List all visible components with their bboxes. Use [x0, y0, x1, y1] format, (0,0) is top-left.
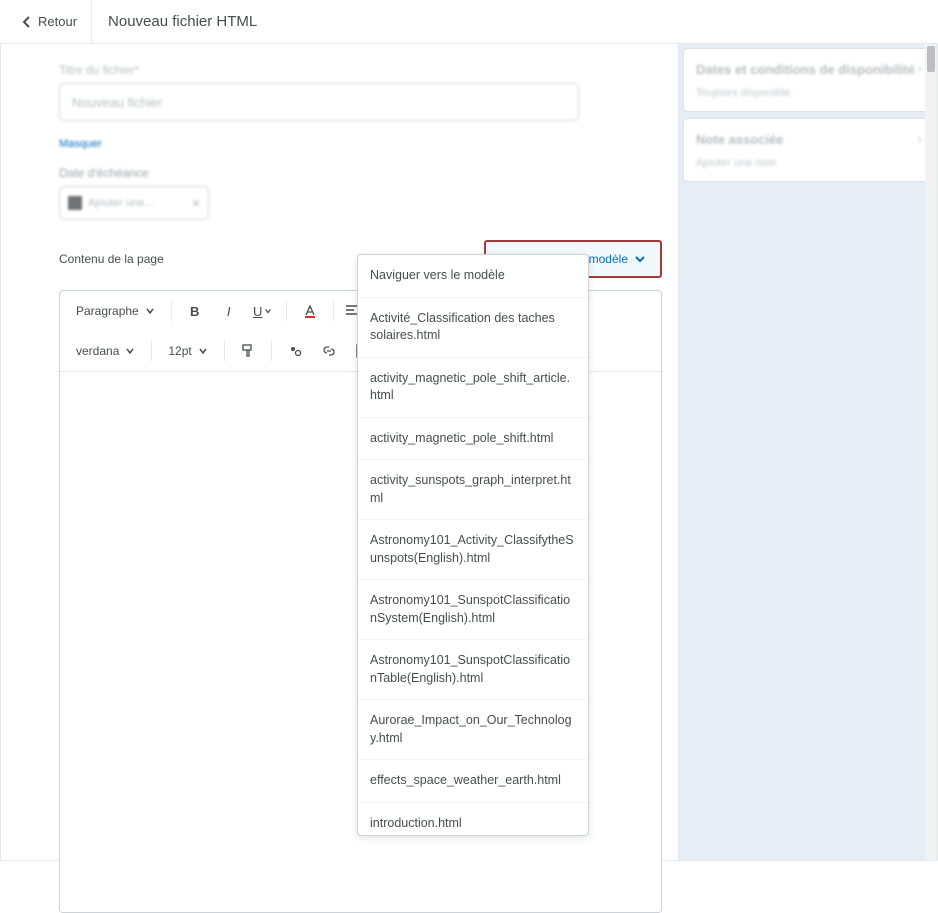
template-dropdown: Naviguer vers le modèleActivité_Classifi… [357, 254, 589, 836]
scrollbar-thumb[interactable] [927, 46, 935, 72]
template-option[interactable]: Astronomy101_SunspotClassificationTable(… [358, 640, 588, 700]
chevron-right-icon: › [918, 131, 922, 146]
font-family-label: verdana [76, 344, 119, 358]
link-icon [321, 343, 337, 359]
underline-button[interactable]: U [248, 297, 278, 325]
template-option[interactable]: activity_sunspots_graph_interpret.html [358, 460, 588, 520]
form-area: Titre du fichier* Masquer Date d'échéanc… [1, 44, 678, 228]
due-date-placeholder: Ajouter une… [88, 197, 192, 209]
side-card-availability[interactable]: Dates et conditions de disponibilité Tou… [683, 48, 933, 112]
insert-stuff-icon [287, 343, 303, 359]
template-dropdown-scroll[interactable]: Naviguer vers le modèleActivité_Classifi… [358, 255, 588, 835]
block-format-label: Paragraphe [76, 304, 139, 318]
template-option[interactable]: Astronomy101_SunspotClassificationSystem… [358, 580, 588, 640]
chevron-down-icon [264, 307, 272, 315]
back-label: Retour [38, 14, 77, 29]
back-button[interactable]: Retour [8, 0, 92, 43]
chevron-down-icon [145, 306, 155, 316]
divider [151, 341, 152, 361]
chevron-down-icon [125, 346, 135, 356]
title-field-label: Titre du fichier* [59, 63, 139, 77]
side-card-grade[interactable]: Note associée Ajouter une note › [683, 118, 933, 182]
content-section-label: Contenu de la page [59, 252, 164, 266]
insert-stuff-button[interactable] [280, 337, 310, 365]
template-option[interactable]: Naviguer vers le modèle [358, 255, 588, 298]
outer-scrollbar[interactable] [925, 44, 937, 860]
format-painter-button[interactable] [233, 337, 263, 365]
card-title: Dates et conditions de disponibilité [696, 61, 920, 79]
chevron-right-icon: › [918, 61, 922, 76]
title-input[interactable] [59, 83, 579, 121]
font-color-button[interactable] [295, 297, 325, 325]
due-date-label: Date d'échéance [59, 166, 654, 180]
font-size-select[interactable]: 12pt [160, 340, 215, 362]
template-option[interactable]: introduction.html [358, 803, 588, 836]
page-title: Nouveau fichier HTML [92, 13, 273, 30]
header-bar: Retour Nouveau fichier HTML [0, 0, 938, 44]
chevron-down-icon [634, 253, 646, 265]
font-color-icon [302, 303, 318, 319]
divider [171, 301, 172, 321]
clear-date-icon[interactable]: × [192, 195, 200, 211]
side-column: Dates et conditions de disponibilité Tou… [679, 44, 937, 860]
card-subtitle: Toujours disponible [696, 87, 920, 99]
card-title: Note associée [696, 131, 920, 149]
card-subtitle: Ajouter une note [696, 157, 920, 169]
divider [271, 341, 272, 361]
template-option[interactable]: Astronomy101_Activity_ClassifytheSunspot… [358, 520, 588, 580]
template-option[interactable]: Activité_Classification des taches solai… [358, 298, 588, 358]
italic-button[interactable]: I [214, 297, 244, 325]
calendar-icon [68, 196, 82, 210]
chevron-left-icon [22, 15, 32, 29]
template-option[interactable]: Aurorae_Impact_on_Our_Technology.html [358, 700, 588, 760]
hide-link[interactable]: Masquer [59, 138, 102, 150]
insert-link-button[interactable] [314, 337, 344, 365]
format-painter-icon [240, 343, 256, 359]
divider [333, 301, 334, 321]
chevron-down-icon [198, 346, 208, 356]
template-option[interactable]: effects_space_weather_earth.html [358, 760, 588, 803]
divider [224, 341, 225, 361]
block-format-select[interactable]: Paragraphe [68, 300, 163, 322]
template-option[interactable]: activity_magnetic_pole_shift_article.htm… [358, 358, 588, 418]
template-option[interactable]: activity_magnetic_pole_shift.html [358, 418, 588, 461]
font-size-label: 12pt [168, 344, 191, 358]
divider [286, 301, 287, 321]
bold-button[interactable]: B [180, 297, 210, 325]
due-date-input[interactable]: Ajouter une… × [59, 186, 209, 220]
font-family-select[interactable]: verdana [68, 340, 143, 362]
